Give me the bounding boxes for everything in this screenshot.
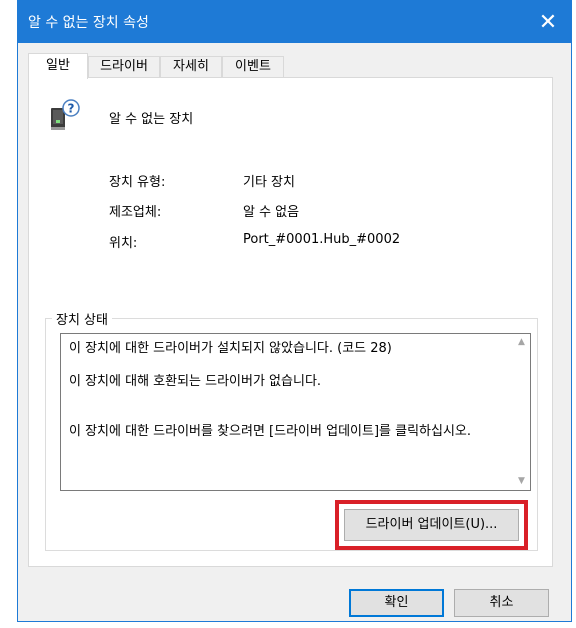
close-icon[interactable]: ✕	[525, 1, 571, 43]
title-bar: 알 수 없는 장치 속성 ✕	[18, 1, 571, 43]
window-title: 알 수 없는 장치 속성	[28, 15, 149, 31]
device-name: 알 수 없는 장치	[109, 112, 194, 127]
status-line-1: 이 장치에 대한 드라이버가 설치되지 않았습니다. (코드 28)	[69, 341, 392, 356]
device-status-legend: 장치 상태	[52, 309, 112, 328]
location-value: Port_#0001.Hub_#0002	[243, 232, 401, 247]
update-driver-button[interactable]: 드라이버 업데이트(U)...	[344, 509, 519, 541]
manufacturer-value: 알 수 없음	[243, 205, 300, 220]
status-line-2: 이 장치에 대해 호환되는 드라이버가 없습니다.	[69, 374, 322, 389]
tab-general[interactable]: 일반	[28, 53, 88, 79]
unknown-device-icon: ?	[47, 98, 83, 134]
svg-text:?: ?	[68, 102, 75, 116]
tab-details[interactable]: 자세히	[160, 56, 222, 78]
device-status-text: 이 장치에 대한 드라이버가 설치되지 않았습니다. (코드 28) 이 장치에…	[69, 340, 509, 456]
device-properties-dialog: 알 수 없는 장치 속성 ✕ 일반 드라이버 자세히 이벤트 ? 알 수 없는 …	[17, 0, 572, 622]
cancel-button[interactable]: 취소	[454, 589, 549, 617]
tab-events[interactable]: 이벤트	[222, 56, 284, 78]
tab-driver[interactable]: 드라이버	[88, 56, 160, 78]
location-label: 위치:	[109, 236, 138, 251]
scroll-down-icon[interactable]: ▼	[513, 473, 530, 490]
general-tab-panel: ? 알 수 없는 장치 장치 유형: 기타 장치 제조업체: 알 수 없음 위치…	[28, 77, 553, 567]
device-type-label: 장치 유형:	[109, 175, 166, 190]
manufacturer-label: 제조업체:	[109, 205, 162, 220]
device-status-group: 장치 상태 이 장치에 대한 드라이버가 설치되지 않았습니다. (코드 28)…	[45, 309, 538, 551]
scroll-up-icon[interactable]: ▲	[513, 334, 530, 351]
status-line-3: 이 장치에 대한 드라이버를 찾으려면 [드라이버 업데이트]를 클릭하십시오.	[69, 424, 472, 439]
ok-button[interactable]: 확인	[349, 589, 444, 617]
device-status-textbox[interactable]: 이 장치에 대한 드라이버가 설치되지 않았습니다. (코드 28) 이 장치에…	[60, 333, 531, 491]
dialog-body: 일반 드라이버 자세히 이벤트 ? 알 수 없는 장치 장치 유형: 기타 장치…	[18, 43, 571, 621]
status-scrollbar[interactable]: ▲ ▼	[513, 334, 530, 490]
device-type-value: 기타 장치	[243, 175, 295, 190]
